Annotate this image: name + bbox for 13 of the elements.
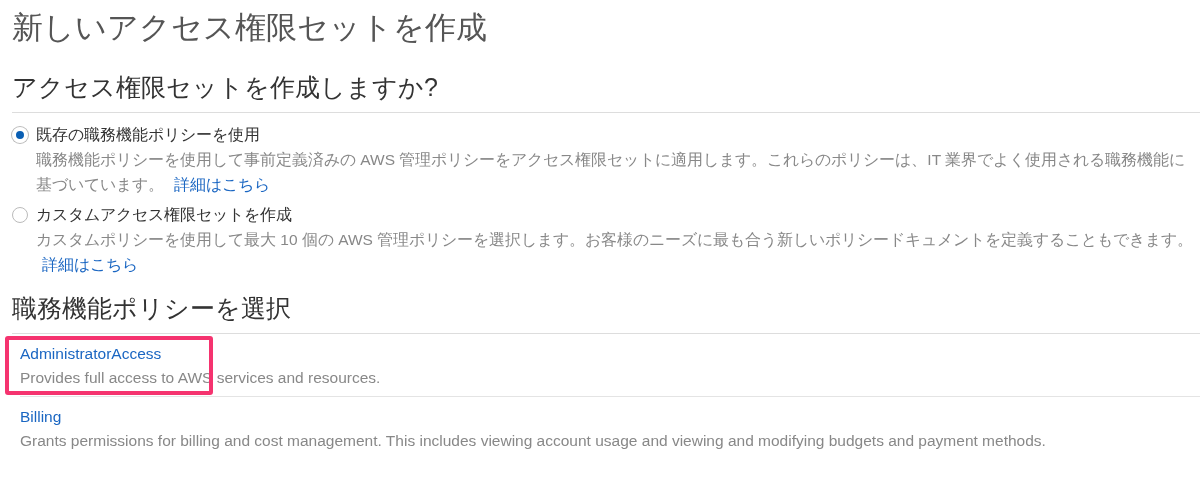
policy-link[interactable]: Billing	[20, 405, 62, 429]
option-description: 職務機能ポリシーを使用して事前定義済みの AWS 管理ポリシーをアクセス権限セットに適用します。これらのポリシーは、IT 業界でよく使用される職務機能に基づいています。 詳細はこちら	[36, 150, 1187, 195]
page-title: 新しいアクセス権限セットを作成	[12, 9, 488, 47]
section-heading: アクセス権限セットを作成しますか?	[12, 70, 1200, 113]
option-description: カスタムポリシーを使用して最大 10 個の AWS 管理ポリシーを選択します。お客様のニーズに最も合う新しいポリシードキュメントを定義することもできます。 詳細はこちら	[36, 230, 1195, 275]
option-label: 既存の職務機能ポリシーを使用	[36, 125, 260, 145]
policy-link[interactable]: AdministratorAccess	[20, 342, 162, 366]
section-heading: 職務機能ポリシーを選択	[12, 291, 1200, 334]
radio-button[interactable]	[12, 207, 28, 223]
policy-description: Grants permissions for billing and cost management. This includes viewing account usage and viewing and modifying budgets and payment methods.	[20, 431, 1046, 451]
learn-more-link[interactable]: 詳細はこちら	[42, 256, 138, 273]
option-label: カスタムアクセス権限セットを作成	[36, 205, 292, 225]
learn-more-link[interactable]: 詳細はこちら	[174, 176, 271, 193]
